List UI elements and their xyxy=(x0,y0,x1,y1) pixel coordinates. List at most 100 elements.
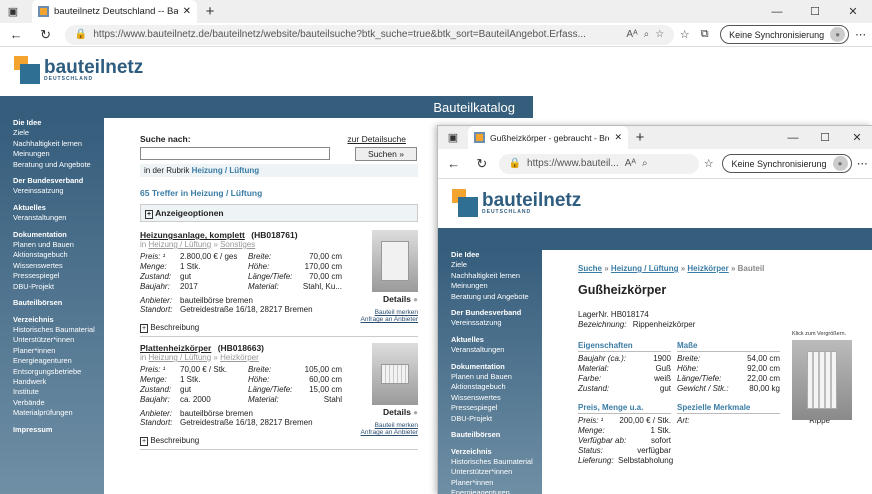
url-field-2[interactable]: 🔒 https://www.bauteil... Aᴬ ⌕ xyxy=(498,153,699,174)
close-tab-icon-2[interactable]: ✕ xyxy=(614,132,622,143)
maximize-icon-2[interactable]: ☐ xyxy=(809,131,841,144)
listing-title[interactable]: Plattenheizkörper xyxy=(140,343,211,353)
sidebar-item-der-bundesverband[interactable]: Der Bundesverband xyxy=(13,176,95,186)
close-tab-icon[interactable]: ✕ xyxy=(183,6,191,17)
minimize-icon-2[interactable]: — xyxy=(777,132,809,144)
sidebar-item-vereinssatzung[interactable]: Vereinssatzung xyxy=(13,186,95,196)
remember-link[interactable]: Bauteil merken xyxy=(361,422,418,429)
description-toggle[interactable]: + Beschreibung xyxy=(140,323,418,333)
new-tab-icon-2[interactable]: + xyxy=(628,126,652,149)
display-options[interactable]: + Anzeigeoptionen xyxy=(140,204,418,222)
listing-image[interactable] xyxy=(372,230,418,292)
read-aloud-icon[interactable]: Aᴬ xyxy=(626,29,637,40)
crumb-rubric[interactable]: Heizung / Lüftung xyxy=(611,264,679,273)
details-link[interactable]: Details xyxy=(383,294,411,304)
request-link[interactable]: Anfrage an Anbieter xyxy=(361,429,418,436)
rubric-link[interactable]: Heizung / Lüftung xyxy=(192,166,260,175)
crumb-search[interactable]: Suche xyxy=(578,264,602,273)
detail-search-link[interactable]: zur Detailsuche xyxy=(347,134,406,144)
details-link[interactable]: Details xyxy=(383,407,411,417)
sidebar-item-dbu-projekt[interactable]: DBU-Projekt xyxy=(451,414,533,424)
sidebar-item-beratung-und-angebote[interactable]: Beratung und Angebote xyxy=(451,292,533,302)
sidebar-item-nachhaltigkeit-lernen[interactable]: Nachhaltigkeit lernen xyxy=(13,139,95,149)
sidebar-item-dbu-projekt[interactable]: DBU-Projekt xyxy=(13,282,95,292)
search-button[interactable]: Suchen » xyxy=(355,147,417,161)
sidebar-item-veranstaltungen[interactable]: Veranstaltungen xyxy=(451,345,533,355)
crumb-link[interactable]: Heizung / Lüftung xyxy=(148,353,211,362)
search-input[interactable] xyxy=(140,147,330,160)
menu-icon[interactable]: ⋯ xyxy=(849,28,872,41)
listing-title[interactable]: Heizungsanlage, komplett xyxy=(140,230,245,240)
remember-link[interactable]: Bauteil merken xyxy=(361,309,418,316)
radiator-image[interactable] xyxy=(792,340,852,420)
sidebar-item-pressespiegel[interactable]: Pressespiegel xyxy=(451,403,533,413)
sidebar-item-historisches-baumaterial[interactable]: Historisches Baumaterial xyxy=(451,457,533,467)
sidebar-item-planer-innen[interactable]: Planer*innen xyxy=(13,346,95,356)
sidebar-item-planer-innen[interactable]: Planer*innen xyxy=(451,478,533,488)
sidebar-item-wissenswertes[interactable]: Wissenswertes xyxy=(451,393,533,403)
sync-button-2[interactable]: Keine Synchronisierung ● xyxy=(722,154,852,173)
minimize-icon[interactable]: — xyxy=(758,6,796,18)
sidebar-item-aktionstagebuch[interactable]: Aktionstagebuch xyxy=(13,250,95,260)
sidebar-item-handwerk[interactable]: Handwerk xyxy=(13,377,95,387)
sidebar-item-aktionstagebuch[interactable]: Aktionstagebuch xyxy=(451,382,533,392)
sync-button[interactable]: Keine Synchronisierung ● xyxy=(720,25,850,44)
reload-icon[interactable]: ↻ xyxy=(32,27,59,43)
sidebar-item-aktuelles[interactable]: Aktuelles xyxy=(13,203,95,213)
sidebar-item-wissenswertes[interactable]: Wissenswertes xyxy=(13,261,95,271)
close-window-icon-2[interactable]: ✕ xyxy=(841,131,872,144)
sidebar-item-meinungen[interactable]: Meinungen xyxy=(13,149,95,159)
tab-actions-icon-2[interactable]: ▣ xyxy=(438,126,468,149)
sidebar-item-historisches-baumaterial[interactable]: Historisches Baumaterial xyxy=(13,325,95,335)
extensions-icon[interactable]: ⧉ xyxy=(695,28,714,41)
back-icon[interactable]: ← xyxy=(0,27,32,42)
sidebar-item-ziele[interactable]: Ziele xyxy=(451,260,533,270)
sidebar-item-beratung-und-angebote[interactable]: Beratung und Angebote xyxy=(13,160,95,170)
url-field[interactable]: 🔒 https://www.bauteilnetz.de/bauteilnetz… xyxy=(64,24,675,45)
sidebar-item-aktuelles[interactable]: Aktuelles xyxy=(451,335,533,345)
sidebar-item-dokumentation[interactable]: Dokumentation xyxy=(13,230,95,240)
back-icon-2[interactable]: ← xyxy=(438,156,469,171)
sidebar-item-die-idee[interactable]: Die Idee xyxy=(451,250,533,260)
sidebar-item-verzeichnis[interactable]: Verzeichnis xyxy=(13,315,95,325)
sidebar-item-energieagenturen[interactable]: Energieagenturen xyxy=(13,356,95,366)
sidebar-item-verzeichnis[interactable]: Verzeichnis xyxy=(451,447,533,457)
sidebar-item-meinungen[interactable]: Meinungen xyxy=(451,281,533,291)
read-aloud-icon-2[interactable]: Aᴬ xyxy=(625,158,636,169)
sidebar-item-die-idee[interactable]: Die Idee xyxy=(13,118,95,128)
sidebar-item-impressum[interactable]: Impressum xyxy=(13,425,95,435)
sidebar-item-unterstützer-innen[interactable]: Unterstützer*innen xyxy=(451,467,533,477)
favorite-icon[interactable]: ☆ xyxy=(655,29,664,40)
sidebar-item-pressespiegel[interactable]: Pressespiegel xyxy=(13,271,95,281)
sidebar-item-ziele[interactable]: Ziele xyxy=(13,128,95,138)
sidebar-item-veranstaltungen[interactable]: Veranstaltungen xyxy=(13,213,95,223)
sidebar-item-bauteilbörsen[interactable]: Bauteilbörsen xyxy=(451,430,533,440)
sidebar-item-materialprüfungen[interactable]: Materialprüfungen xyxy=(13,408,95,418)
sidebar-item-dokumentation[interactable]: Dokumentation xyxy=(451,362,533,372)
request-link[interactable]: Anfrage an Anbieter xyxy=(361,316,418,323)
browser-tab-2[interactable]: Gußheizkörper - gebraucht - Bre ✕ xyxy=(468,126,628,149)
zoom-icon[interactable]: ⌕ xyxy=(644,29,650,40)
browser-tab[interactable]: bauteilnetz Deutschland -- Baute ✕ xyxy=(32,0,197,23)
sidebar-item-unterstützer-innen[interactable]: Unterstützer*innen xyxy=(13,335,95,345)
sidebar-item-energieagenturen[interactable]: Energieagenturen xyxy=(451,488,533,494)
listing-image[interactable] xyxy=(372,343,418,405)
sidebar-item-verbände[interactable]: Verbände xyxy=(13,398,95,408)
crumb-link[interactable]: Sonstiges xyxy=(220,240,255,249)
description-toggle[interactable]: + Beschreibung xyxy=(140,436,418,446)
new-tab-icon[interactable]: + xyxy=(197,0,223,23)
collections-icon[interactable]: ☆ xyxy=(674,28,695,41)
site-logo-2[interactable]: bauteilnetz DEUTSCHLAND xyxy=(452,189,581,217)
maximize-icon[interactable]: ☐ xyxy=(796,5,834,18)
sidebar-item-vereinssatzung[interactable]: Vereinssatzung xyxy=(451,318,533,328)
favorite-icon-2[interactable]: ☆ xyxy=(699,157,719,170)
sidebar-item-bauteilbörsen[interactable]: Bauteilbörsen xyxy=(13,298,95,308)
sidebar-item-institute[interactable]: Institute xyxy=(13,387,95,397)
zoom-icon-2[interactable]: ⌕ xyxy=(642,158,648,169)
crumb-subrubric[interactable]: Heizkörper xyxy=(687,264,728,273)
sidebar-item-planen-und-bauen[interactable]: Planen und Bauen xyxy=(13,240,95,250)
sidebar-item-der-bundesverband[interactable]: Der Bundesverband xyxy=(451,308,533,318)
crumb-link[interactable]: Heizung / Lüftung xyxy=(148,240,211,249)
reload-icon-2[interactable]: ↻ xyxy=(469,156,494,172)
site-logo[interactable]: bauteilnetz DEUTSCHLAND xyxy=(14,56,143,84)
